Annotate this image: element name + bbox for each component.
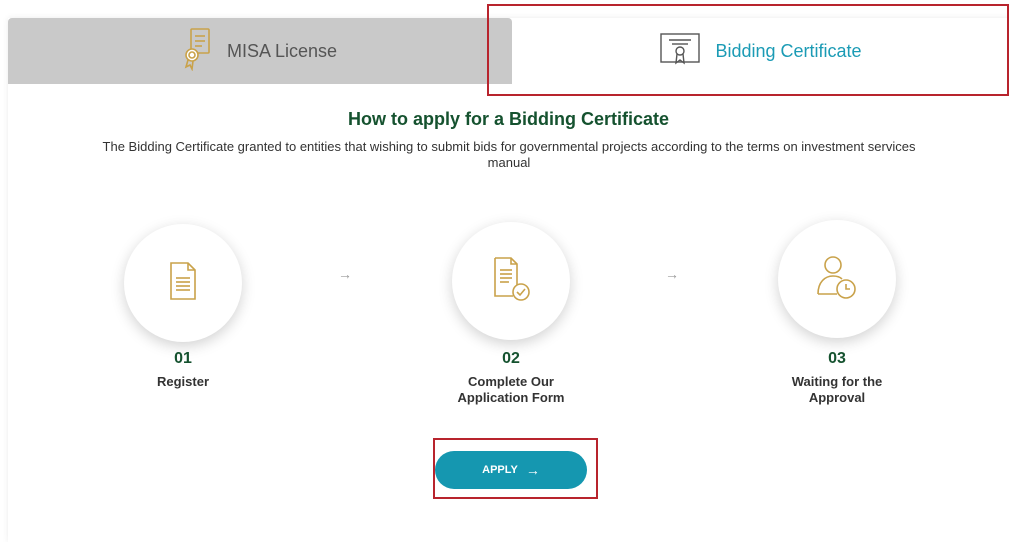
tab-bar: MISA License Bidding Certificate bbox=[8, 18, 1009, 84]
apply-button-label: APPLY bbox=[482, 464, 518, 476]
page-description: The Bidding Certificate granted to entit… bbox=[102, 139, 916, 170]
tab-bidding-certificate[interactable]: Bidding Certificate bbox=[512, 18, 1009, 84]
step-3-number: 03 bbox=[828, 350, 846, 367]
step-arrow-1: → bbox=[338, 266, 352, 282]
arrow-right-icon: → bbox=[525, 462, 540, 478]
step-2-circle bbox=[452, 222, 570, 340]
step-1-circle bbox=[124, 224, 242, 342]
step-1-number: 01 bbox=[174, 350, 192, 367]
certificate-icon bbox=[659, 32, 701, 71]
step-arrow-2: → bbox=[665, 266, 679, 282]
apply-button[interactable]: APPLY → bbox=[435, 451, 587, 489]
page-title: How to apply for a Bidding Certificate bbox=[347, 109, 670, 129]
tab-bidding-certificate-label: Bidding Certificate bbox=[715, 40, 862, 61]
tab-misa-license[interactable]: MISA License bbox=[8, 18, 512, 84]
tab-misa-license-label: MISA License bbox=[226, 40, 338, 61]
step-3-label: Waiting for the Approval bbox=[791, 374, 883, 405]
step-3-circle bbox=[778, 220, 896, 338]
step-2-label: Complete Our Application Form bbox=[457, 374, 565, 405]
user-clock-icon bbox=[815, 254, 859, 305]
document-icon bbox=[167, 261, 199, 306]
step-2-number: 02 bbox=[502, 350, 520, 367]
step-1-label: Register bbox=[156, 374, 210, 389]
license-badge-icon bbox=[183, 27, 213, 76]
document-check-icon bbox=[491, 256, 531, 307]
